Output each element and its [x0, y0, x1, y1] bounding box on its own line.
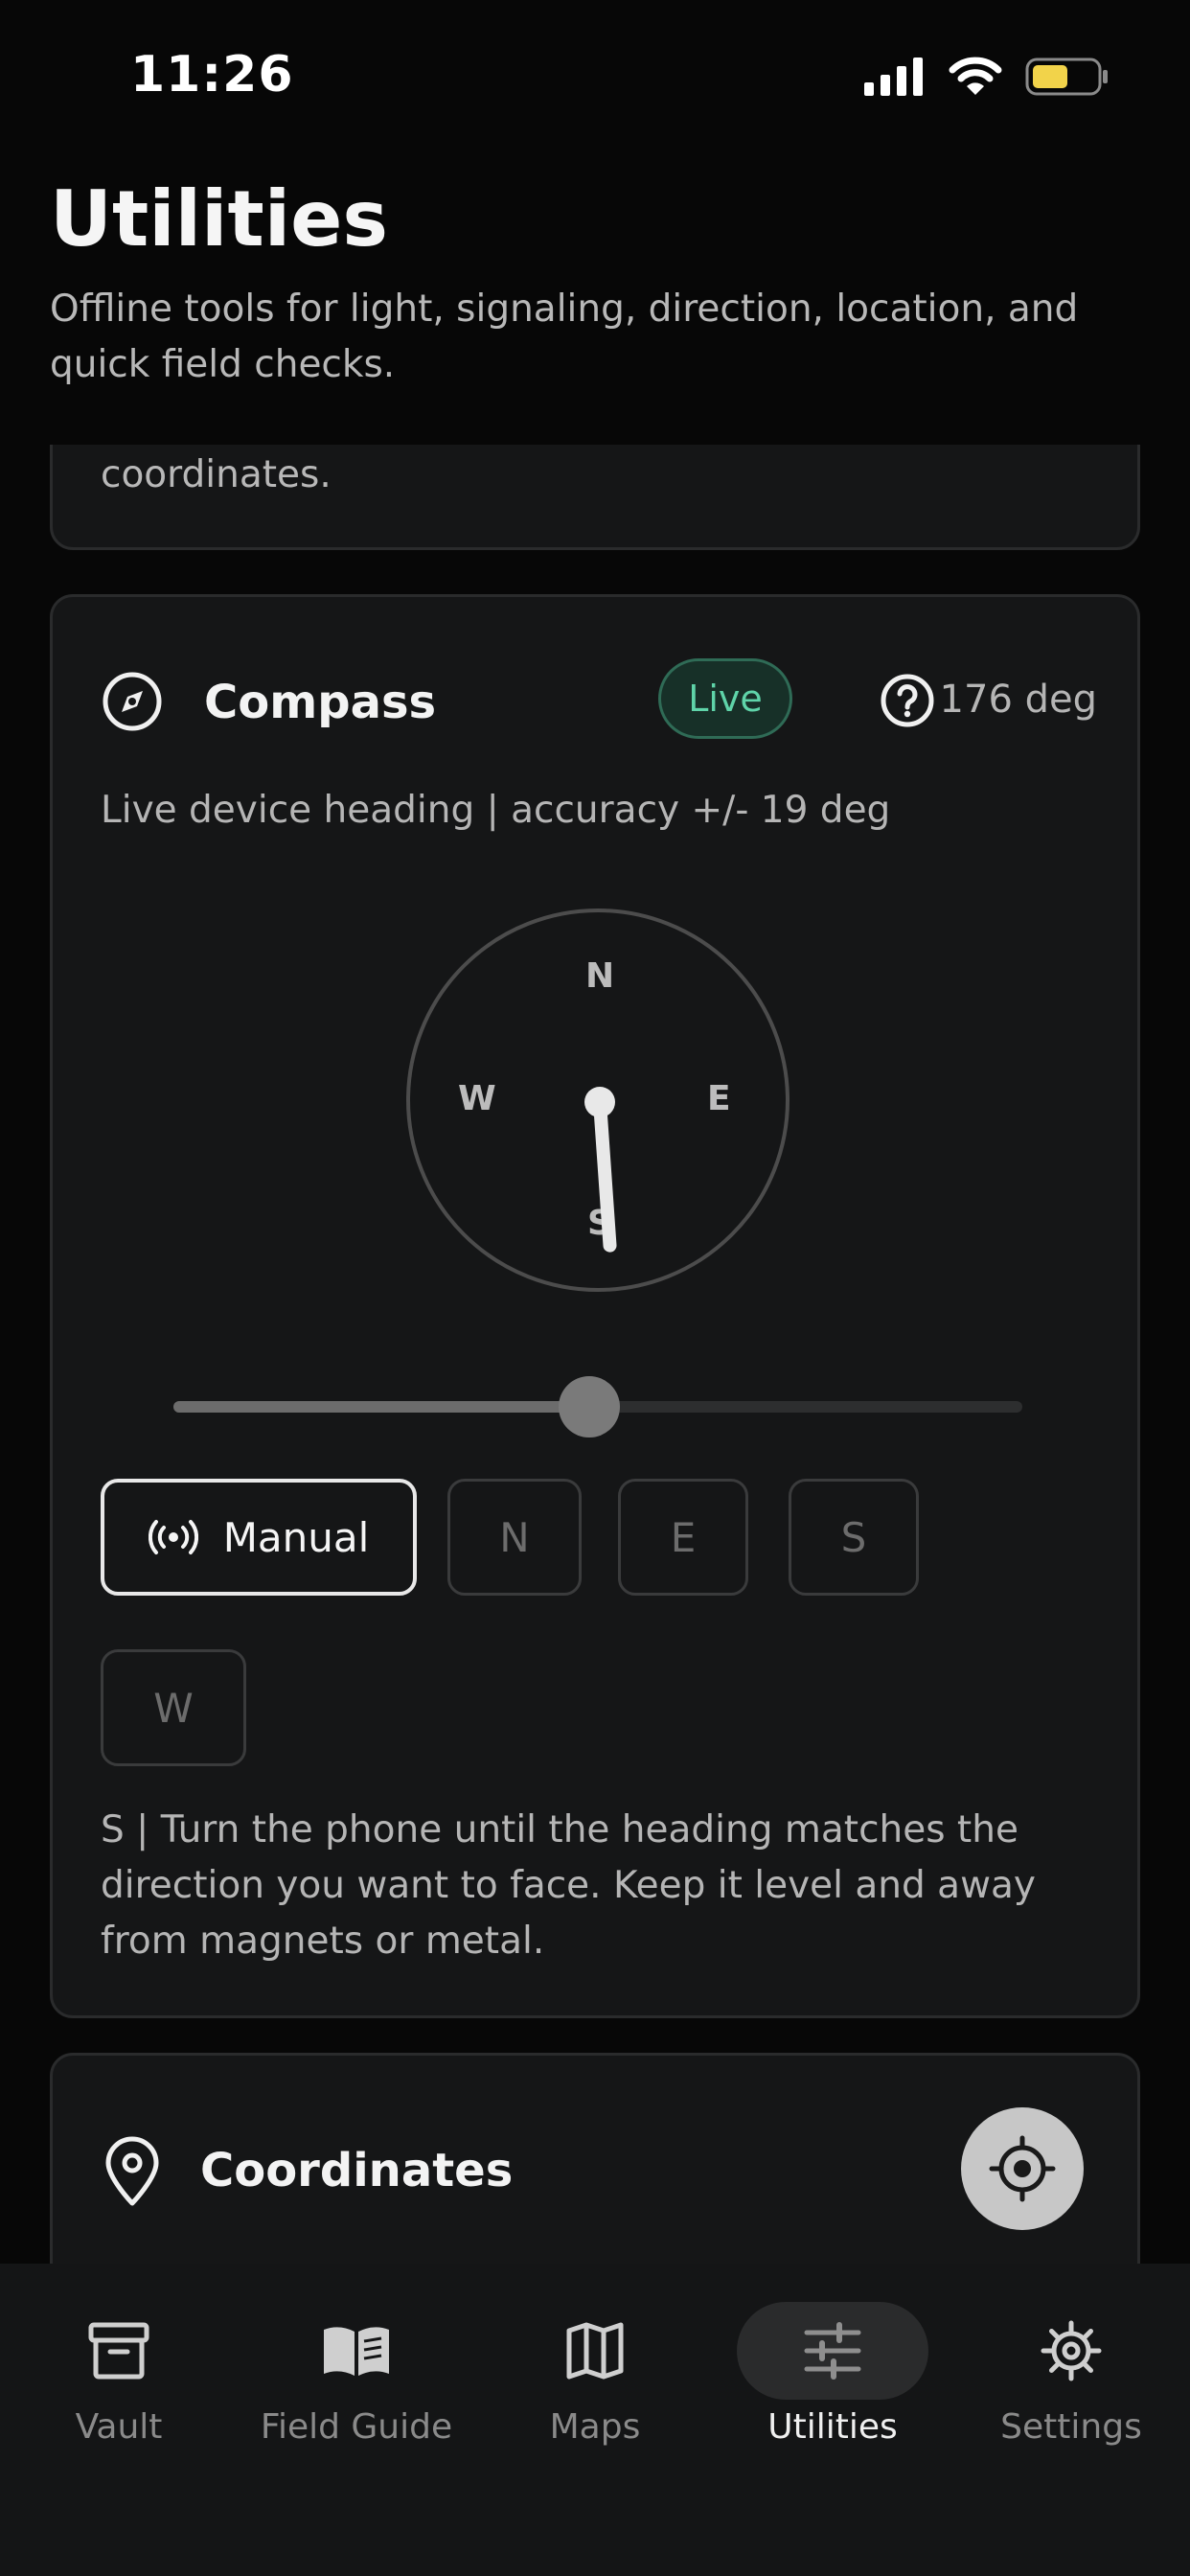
tab-field-guide-label: Field Guide: [260, 2407, 453, 2447]
coordinate-formats-text: Degrees-Minutes-Seconds, and UTM/MGRS co…: [101, 453, 332, 496]
live-badge: Live: [658, 658, 792, 739]
wifi-icon: [949, 57, 1002, 95]
slider-fill: [173, 1401, 590, 1413]
tab-settings[interactable]: Settings: [952, 2302, 1190, 2447]
cellular-signal-icon: [864, 58, 923, 96]
coordinate-formats-card: Degrees-Minutes-Seconds, and UTM/MGRS co…: [50, 445, 1140, 550]
slider-thumb[interactable]: [559, 1376, 621, 1438]
tab-vault[interactable]: Vault: [0, 2302, 238, 2447]
help-icon[interactable]: [879, 672, 936, 729]
broadcast-icon: [148, 1520, 198, 1554]
direction-button-e[interactable]: E: [618, 1479, 748, 1596]
manual-heading-button[interactable]: Manual: [101, 1479, 417, 1596]
compass-dial: N E S W: [406, 908, 790, 1292]
heading-slider[interactable]: [173, 1374, 1022, 1438]
tab-utilities[interactable]: Utilities: [714, 2302, 951, 2447]
utilities-scroll-area[interactable]: Degrees-Minutes-Seconds, and UTM/MGRS co…: [0, 445, 1190, 2264]
crosshair-icon: [989, 2135, 1056, 2202]
page-header: Utilities Offline tools for light, signa…: [0, 153, 1190, 445]
direction-button-s[interactable]: S: [789, 1479, 919, 1596]
tab-utilities-label: Utilities: [767, 2407, 898, 2447]
compass-header: Compass Live 176 deg: [101, 656, 1097, 745]
tab-maps[interactable]: Maps: [476, 2302, 714, 2447]
book-icon: [261, 2302, 452, 2400]
coordinates-title: Coordinates: [200, 2144, 514, 2197]
sliders-icon: [737, 2302, 928, 2400]
archive-icon: [23, 2302, 215, 2400]
tab-vault-label: Vault: [75, 2407, 163, 2447]
gear-icon: [975, 2302, 1167, 2400]
map-icon: [499, 2302, 691, 2400]
compass-icon: [103, 672, 162, 731]
page-title: Utilities: [50, 174, 389, 264]
page-subtitle: Offline tools for light, signaling, dire…: [50, 288, 1079, 386]
battery-icon: [1025, 58, 1108, 96]
location-pin-icon: [105, 2136, 159, 2206]
tab-field-guide[interactable]: Field Guide: [238, 2302, 475, 2447]
locate-button[interactable]: [961, 2107, 1084, 2230]
direction-button-w[interactable]: W: [101, 1649, 246, 1766]
tab-bar: Vault Field Guide Maps Utilities Setting…: [0, 2264, 1190, 2576]
tab-settings-label: Settings: [1000, 2407, 1142, 2447]
tab-maps-label: Maps: [549, 2407, 641, 2447]
compass-accuracy-text: Live device heading | accuracy +/- 19 de…: [101, 789, 891, 832]
compass-card: Compass Live 176 deg Live device heading…: [50, 594, 1140, 2018]
status-bar: 11:26: [0, 0, 1190, 153]
compass-needle: [584, 1087, 617, 1253]
status-icons: [864, 56, 1110, 98]
heading-readout: 176 deg: [939, 678, 1097, 722]
compass-instructions: S | Turn the phone until the heading mat…: [101, 1808, 1036, 1963]
status-time: 11:26: [130, 46, 294, 104]
direction-button-n[interactable]: N: [447, 1479, 582, 1596]
compass-title: Compass: [204, 676, 437, 729]
manual-label: Manual: [222, 1513, 370, 1561]
coordinates-card: Coordinates: [50, 2053, 1140, 2264]
